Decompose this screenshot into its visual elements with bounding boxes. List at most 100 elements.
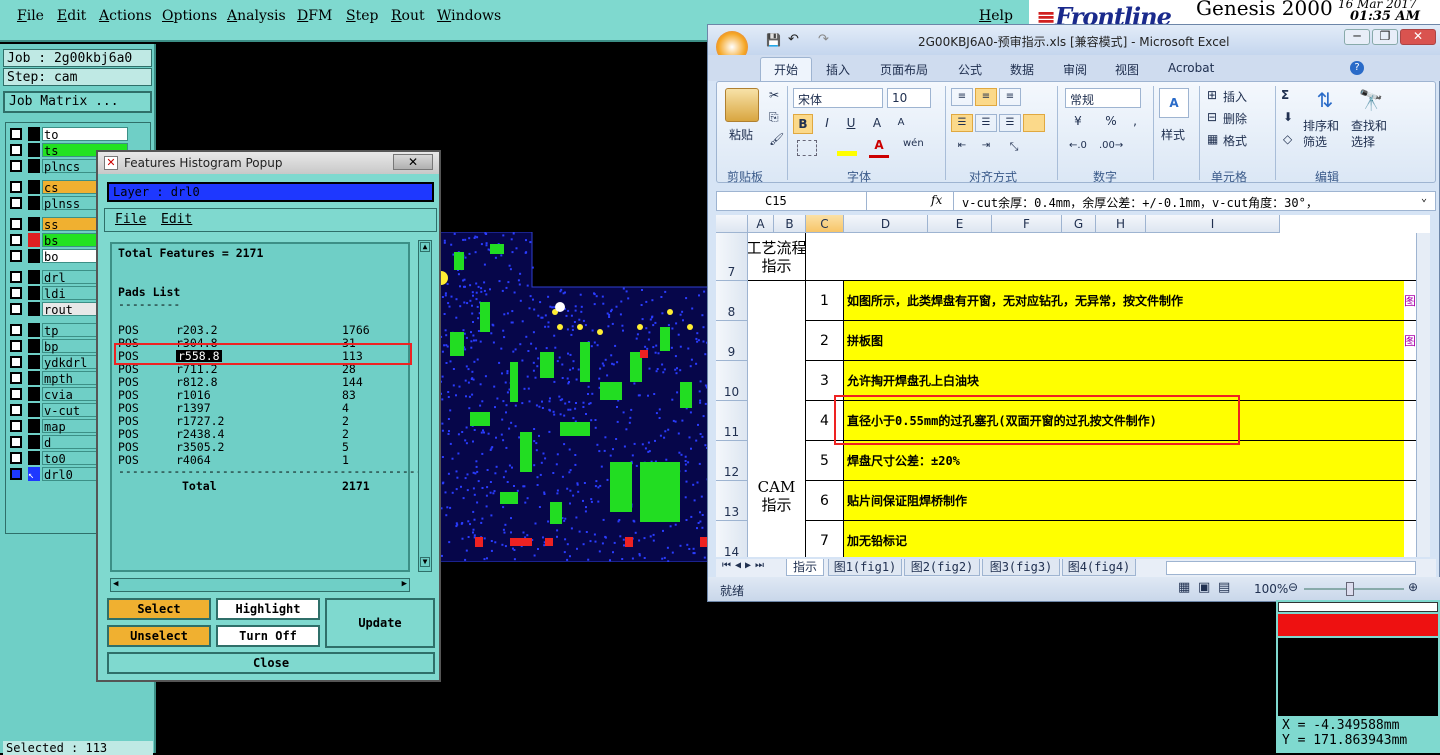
layer-checkbox[interactable]: [10, 218, 22, 230]
layer-checkbox[interactable]: [10, 324, 22, 336]
menu-options[interactable]: Options: [162, 8, 217, 24]
zoom-in-icon[interactable]: ⊕: [1408, 580, 1418, 594]
number-format-select[interactable]: 常规: [1065, 88, 1141, 108]
layer-checkbox[interactable]: [10, 144, 22, 156]
window-close-icon[interactable]: ✕: [1400, 29, 1436, 45]
layer-checkbox[interactable]: [10, 468, 22, 480]
spreadsheet-grid[interactable]: ABCDEFGHI 工艺流程 指示 CAM 指示 781如图所示，此类焊盘有开窗…: [716, 215, 1430, 557]
column-header-F[interactable]: F: [992, 215, 1062, 233]
styles-label[interactable]: 样式: [1161, 126, 1185, 143]
tab-insert[interactable]: 插入: [826, 61, 850, 78]
layer-checkbox[interactable]: [10, 128, 22, 140]
zoom-thumb[interactable]: [1346, 582, 1354, 596]
column-header-I[interactable]: I: [1146, 215, 1280, 233]
sheet-tab[interactable]: 图3(fig3): [982, 559, 1060, 576]
tab-home[interactable]: 开始: [774, 61, 798, 78]
row-header[interactable]: 12: [716, 441, 748, 481]
menu-rout[interactable]: Rout: [391, 8, 425, 24]
merge-center-icon[interactable]: [1023, 114, 1045, 132]
select-button[interactable]: Select: [107, 598, 211, 620]
row-header[interactable]: 10: [716, 361, 748, 401]
pad-type[interactable]: POS: [118, 441, 139, 453]
menu-dfm[interactable]: DFM: [297, 8, 332, 24]
instruction-cell[interactable]: 焊盘尺寸公差：±20%: [844, 441, 1404, 481]
sheet-nav-icons[interactable]: ⏮◀▶⏭: [722, 560, 768, 571]
fill-icon[interactable]: ⬇: [1283, 110, 1293, 124]
process-header-cell[interactable]: 工艺流程 指示: [748, 233, 806, 281]
step-number-cell[interactable]: 3: [806, 361, 844, 401]
font-size-select[interactable]: 10: [887, 88, 931, 108]
zoom-out-icon[interactable]: ⊖: [1288, 580, 1298, 594]
layer-color-swatch[interactable]: [28, 419, 40, 433]
layer-color-swatch[interactable]: [28, 180, 40, 194]
clear-icon[interactable]: ◇: [1283, 132, 1292, 146]
fill-color-icon[interactable]: [837, 140, 857, 156]
row-header[interactable]: 8: [716, 281, 748, 321]
horizontal-scrollbar[interactable]: ◀ ▶: [110, 578, 410, 592]
instruction-cell[interactable]: 加无铅标记: [844, 521, 1404, 557]
pad-sym[interactable]: r2438.4: [176, 428, 224, 440]
font-name-select[interactable]: 宋体: [793, 88, 883, 108]
paste-label[interactable]: 粘贴: [729, 126, 753, 143]
grid-vscroll[interactable]: [1416, 233, 1430, 557]
tab-formulas[interactable]: 公式: [958, 61, 982, 78]
decrease-decimal-icon[interactable]: .00→: [1099, 140, 1123, 151]
cam-instruction-cell[interactable]: CAM 指示: [748, 281, 806, 557]
instruction-cell[interactable]: 贴片间保证阻焊桥制作: [844, 481, 1404, 521]
sort-filter-button[interactable]: 排序和 筛选: [1303, 118, 1339, 150]
sheet-tab[interactable]: 图4(fig4): [1062, 559, 1136, 576]
pad-count[interactable]: 31: [342, 337, 356, 349]
layer-color-swatch[interactable]: ↖: [28, 467, 40, 481]
layer-checkbox[interactable]: [10, 404, 22, 416]
layer-color-swatch[interactable]: [28, 451, 40, 465]
instruction-cell[interactable]: 直径小于0.55mm的过孔塞孔(双面开窗的过孔按文件制作): [844, 401, 1404, 441]
layer-checkbox[interactable]: [10, 160, 22, 172]
menu-edit[interactable]: Edit: [57, 8, 86, 24]
fx-icon[interactable]: fx: [931, 193, 942, 207]
horizontal-scrollbar-excel[interactable]: [1166, 561, 1416, 575]
update-button[interactable]: Update: [325, 598, 435, 648]
layer-checkbox[interactable]: [10, 452, 22, 464]
layer-row-to[interactable]: to: [10, 127, 128, 141]
view-layout-icon[interactable]: ▣: [1198, 580, 1210, 595]
layer-checkbox[interactable]: [10, 287, 22, 299]
help-icon[interactable]: ?: [1350, 61, 1364, 75]
column-header-A[interactable]: A: [748, 215, 774, 233]
zoom-slider[interactable]: [1304, 588, 1404, 590]
layer-color-swatch[interactable]: [28, 127, 40, 141]
pad-sym[interactable]: r203.2: [176, 324, 218, 336]
styles-icon[interactable]: A: [1159, 88, 1189, 118]
pad-sym[interactable]: r558.8: [176, 350, 222, 362]
layer-checkbox[interactable]: [10, 234, 22, 246]
menu-file[interactable]: File: [17, 8, 44, 24]
column-header-G[interactable]: G: [1062, 215, 1096, 233]
format-painter-icon[interactable]: 🖌: [769, 132, 784, 146]
pad-type[interactable]: POS: [118, 428, 139, 440]
scroll-left-icon[interactable]: ◀: [113, 579, 118, 589]
layer-checkbox[interactable]: [10, 181, 22, 193]
step-number-cell[interactable]: 4: [806, 401, 844, 441]
menu-step[interactable]: Step: [346, 8, 378, 24]
menu-analysis[interactable]: Analysis: [227, 8, 286, 24]
sheet-tab[interactable]: 图2(fig2): [904, 559, 980, 576]
layer-color-swatch[interactable]: [28, 196, 40, 210]
layer-color-swatch[interactable]: [28, 249, 40, 263]
save-icon[interactable]: 💾: [766, 33, 781, 47]
currency-icon[interactable]: ¥: [1067, 114, 1089, 132]
highlight-button[interactable]: Highlight: [216, 598, 320, 620]
layer-checkbox[interactable]: [10, 388, 22, 400]
orientation-icon[interactable]: ⤡: [1003, 140, 1025, 158]
font-color-icon[interactable]: A: [869, 138, 889, 158]
phonetic-icon[interactable]: wén: [903, 138, 924, 149]
pad-type[interactable]: POS: [118, 350, 139, 362]
pad-count[interactable]: 83: [342, 389, 356, 401]
undo-icon[interactable]: ↶: [788, 32, 799, 47]
underline-icon[interactable]: U: [841, 114, 861, 134]
layer-color-swatch[interactable]: [28, 371, 40, 385]
vertical-scrollbar[interactable]: ▲ ▼: [418, 240, 432, 572]
step-number-cell[interactable]: 5: [806, 441, 844, 481]
sheet-tab[interactable]: 指示: [786, 559, 824, 576]
menu-windows[interactable]: Windows: [437, 8, 501, 24]
pad-type[interactable]: POS: [118, 376, 139, 388]
pad-type[interactable]: POS: [118, 415, 139, 427]
